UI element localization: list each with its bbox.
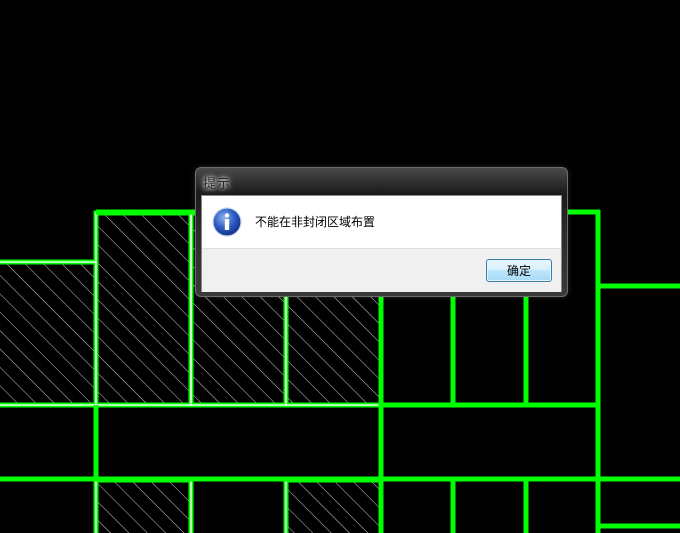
dialog-title: 提示 (203, 177, 232, 192)
hatched-region (0, 262, 96, 405)
dialog-client-area: 不能在非封闭区域布置 确定 (201, 195, 562, 292)
dialog-content: 不能在非封闭区域布置 (202, 196, 561, 248)
ok-button[interactable]: 确定 (486, 259, 552, 282)
hatched-region (96, 213, 191, 405)
hatched-region (96, 480, 191, 533)
dialog-message: 不能在非封闭区域布置 (255, 215, 376, 229)
info-icon (212, 207, 242, 237)
dialog-footer: 确定 (202, 248, 561, 292)
message-dialog: 提示 不能在非封闭区域布置 确定 (195, 167, 568, 297)
hatched-region (286, 480, 381, 533)
